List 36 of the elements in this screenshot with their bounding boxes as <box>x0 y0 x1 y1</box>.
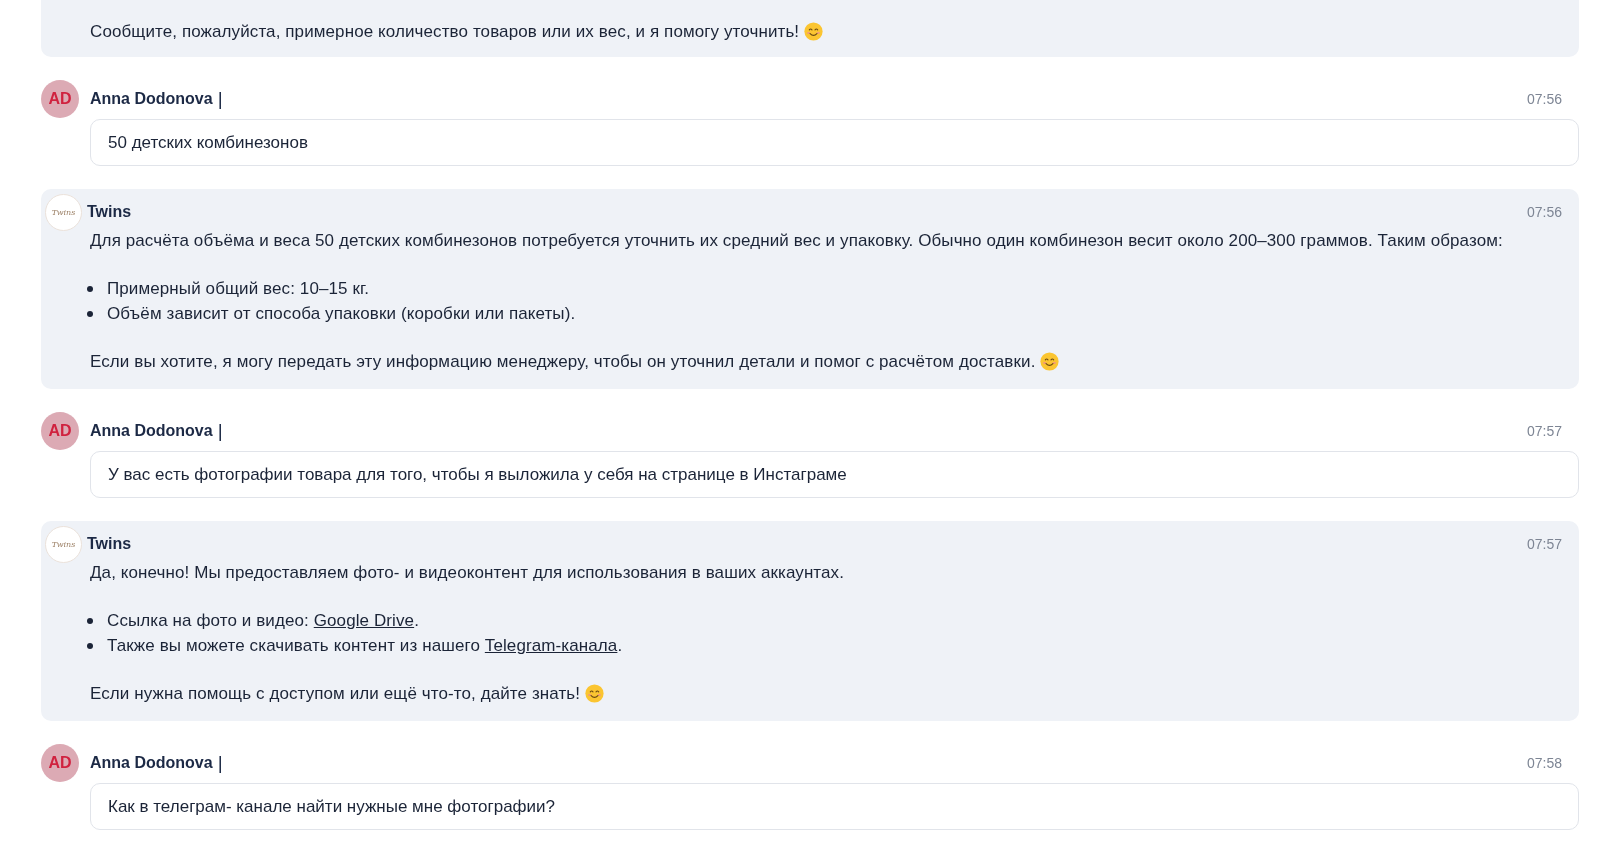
bullet-icon <box>87 617 93 624</box>
list-item: Примерный общий вес: 10–15 кг. <box>107 278 369 300</box>
message-time: 07:57 <box>1526 536 1562 552</box>
link[interactable]: Google Drive <box>313 611 415 630</box>
brand-logo: Twins <box>45 525 82 563</box>
bullet-icon <box>87 310 93 317</box>
message-text: Если нужна помощь с доступом или ещё что-то, дайте знать! <box>90 684 581 703</box>
message-text: Да, конечно! Мы предоставляем фото- и видеоконтент для использования в ваших аккаунтах. <box>90 563 845 582</box>
avatar: AD <box>41 744 79 782</box>
message-time: 07:56 <box>1526 91 1562 107</box>
name-separator: | <box>217 88 223 110</box>
list-item: Также вы можете скачивать контент из нашего Telegram-канала. <box>107 635 623 657</box>
bullet-icon <box>87 642 93 649</box>
name-separator: | <box>217 420 223 442</box>
name-separator: | <box>217 752 223 774</box>
avatar: AD <box>41 412 79 450</box>
message-bubble: У вас есть фотографии товара для того, чтобы я выложила у себя на странице в Инстаграме <box>90 451 1579 498</box>
avatar: AD <box>41 80 79 118</box>
author-name: Twins <box>87 535 132 553</box>
message-text: Если вы хотите, я могу передать эту информацию менеджеру, чтобы он уточнил детали и помог с расчётом доставки. <box>90 352 1036 371</box>
message-text: Для расчёта объёма и веса 50 детских комбинезонов потребуется уточнить их средний вес и упаковку. Обычно один комбинезон весит около 200–300 граммов. Таким образом: <box>90 231 1503 250</box>
brand-logo: Twins <box>45 193 82 231</box>
message-time: 07:57 <box>1526 423 1562 439</box>
author-name: Anna Dodonova <box>90 422 213 440</box>
bullet-icon <box>87 285 93 292</box>
author-name: Anna Dodonova <box>90 90 213 108</box>
link[interactable]: Telegram-канала <box>484 636 618 655</box>
message-time: 07:56 <box>1526 204 1562 220</box>
author-name: Twins <box>87 203 132 221</box>
list-item: Объём зависит от способа упаковки (коробки или пакеты). <box>107 303 576 325</box>
message-text: Сообщите, пожалуйста, примерное количество товаров или их вес, и я помогу уточнить! <box>90 22 800 41</box>
message-bubble: Как в телеграм- канале найти нужные мне фотографии? <box>90 783 1579 830</box>
author-name: Anna Dodonova <box>90 754 213 772</box>
message-time: 07:58 <box>1526 755 1562 771</box>
message-bubble: 50 детских комбинезонов <box>90 119 1579 166</box>
list-item: Ссылка на фото и видео: Google Drive. <box>107 610 419 632</box>
